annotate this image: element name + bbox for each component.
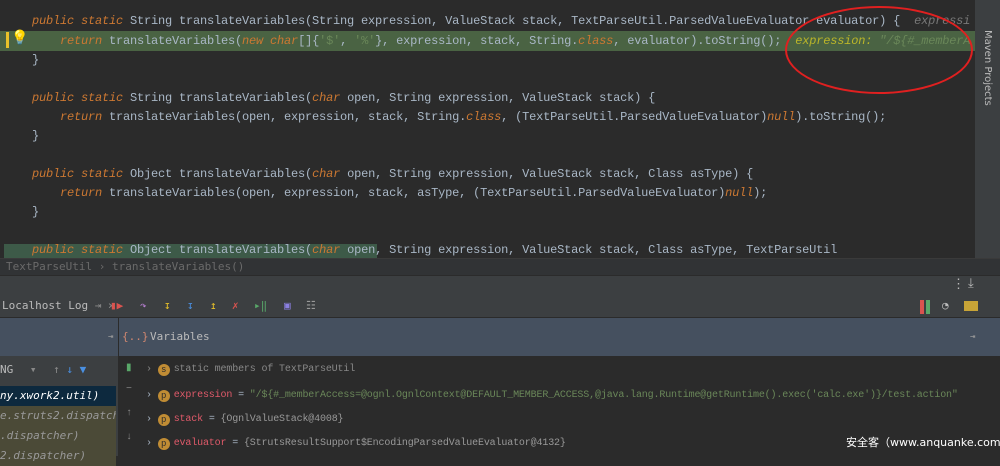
maven-projects-tab[interactable]: Maven Projects — [982, 30, 993, 106]
frame-item[interactable]: e.struts2.dispatcher) — [0, 406, 116, 426]
evaluate-expression-icon[interactable]: ▣ — [284, 295, 291, 317]
breadcrumb-method[interactable]: translateVariables() — [112, 260, 244, 273]
variables-title: Variables — [150, 330, 210, 343]
panel-header: ⋮ ⤓ — [0, 275, 1000, 296]
frame-item[interactable]: .dispatcher) — [0, 426, 116, 446]
run-to-cursor-icon[interactable]: ▸‖ — [254, 295, 267, 317]
variable-row[interactable]: › s static members of TextParseUtil — [146, 360, 355, 380]
step-into-icon[interactable]: ↧ — [164, 295, 171, 317]
drop-frame-icon[interactable]: ✗ — [232, 295, 239, 317]
code-line: } — [32, 205, 40, 219]
move-up-icon[interactable]: ↑ — [126, 408, 132, 419]
thread-selector[interactable]: NG ▾ ↑ ↓ ▼ — [0, 360, 118, 380]
right-tool-strip: Maven Projects — [975, 0, 1000, 258]
code-line: return translateVariables(new char[]{'$'… — [60, 34, 971, 48]
stop-icon-green — [926, 300, 930, 314]
resume-icon[interactable]: ▮▶ — [110, 295, 123, 317]
filter-icon: ▼ — [79, 363, 87, 376]
keyboard-icon[interactable] — [964, 301, 978, 311]
frame-item[interactable]: ny.xwork2.util) — [0, 386, 116, 406]
move-down-icon[interactable]: ↓ — [126, 432, 132, 443]
step-over-icon[interactable]: ↷ — [140, 295, 147, 317]
minimize-icon[interactable]: ⤓ — [968, 276, 974, 291]
minus-icon[interactable]: − — [126, 384, 132, 395]
watermark: 安全客（www.anquanke.com） — [846, 436, 1000, 449]
variable-row[interactable]: › p expression = "/${#_memberAccess=@ognl… — [146, 386, 958, 406]
code-line: public static Object translateVariables(… — [32, 167, 754, 181]
pin-icon[interactable]: ⇥ — [108, 332, 113, 342]
bookmark-icon[interactable]: ▮ — [126, 362, 132, 374]
frames-panel: NG ▾ ↑ ↓ ▼ ny.xwork2.util) e.struts2.dis… — [0, 356, 118, 466]
variable-row[interactable]: › p evaluator = {StrutsResultSupport$Enco… — [146, 434, 566, 454]
more-options-icon[interactable]: ⋮ — [952, 277, 965, 292]
code-line: public static String translateVariables(… — [32, 14, 971, 28]
pin-icon[interactable]: ⇥ — [970, 332, 975, 342]
step-out-icon[interactable]: ↥ — [210, 295, 217, 317]
variables-icon: {..} — [122, 330, 149, 343]
stop-icon[interactable] — [920, 300, 924, 314]
code-line: public static String translateVariables(… — [32, 91, 656, 105]
debug-toolbar: Localhost Log ⇥ × ▮▶ ↷ ↧ ↧ ↥ ✗ ▸‖ ▣ ☷ ◔ — [0, 295, 1000, 317]
variable-row[interactable]: › p stack = {OgnlValueStack@4008} — [146, 410, 344, 430]
force-step-into-icon[interactable]: ↧ — [187, 295, 194, 317]
code-line: return translateVariables(open, expressi… — [60, 186, 768, 200]
code-line: return translateVariables(open, expressi… — [60, 110, 887, 124]
tab-localhost-log[interactable]: Localhost Log ⇥ × — [2, 295, 115, 317]
frame-item[interactable]: 2.dispatcher) — [0, 446, 116, 466]
code-line: } — [32, 53, 40, 67]
lightbulb-icon[interactable]: 💡 — [11, 30, 28, 47]
breadcrumb-separator: › — [98, 260, 106, 273]
breadcrumb-class[interactable]: TextParseUtil — [6, 260, 92, 273]
mute-breakpoints-icon[interactable]: ◔ — [942, 295, 949, 317]
code-line: } — [32, 129, 40, 143]
trace-icon[interactable]: ☷ — [306, 295, 316, 317]
breakpoint-marker — [6, 32, 9, 48]
down-arrow-icon: ↓ — [66, 363, 73, 376]
variables-header: ⇥ {..} Variables ⇥ — [0, 318, 1000, 356]
code-editor[interactable]: 💡 public static String translateVariable… — [0, 0, 975, 258]
up-arrow-icon: ↑ — [53, 363, 60, 376]
breadcrumb: TextParseUtil › translateVariables() — [0, 258, 1000, 275]
